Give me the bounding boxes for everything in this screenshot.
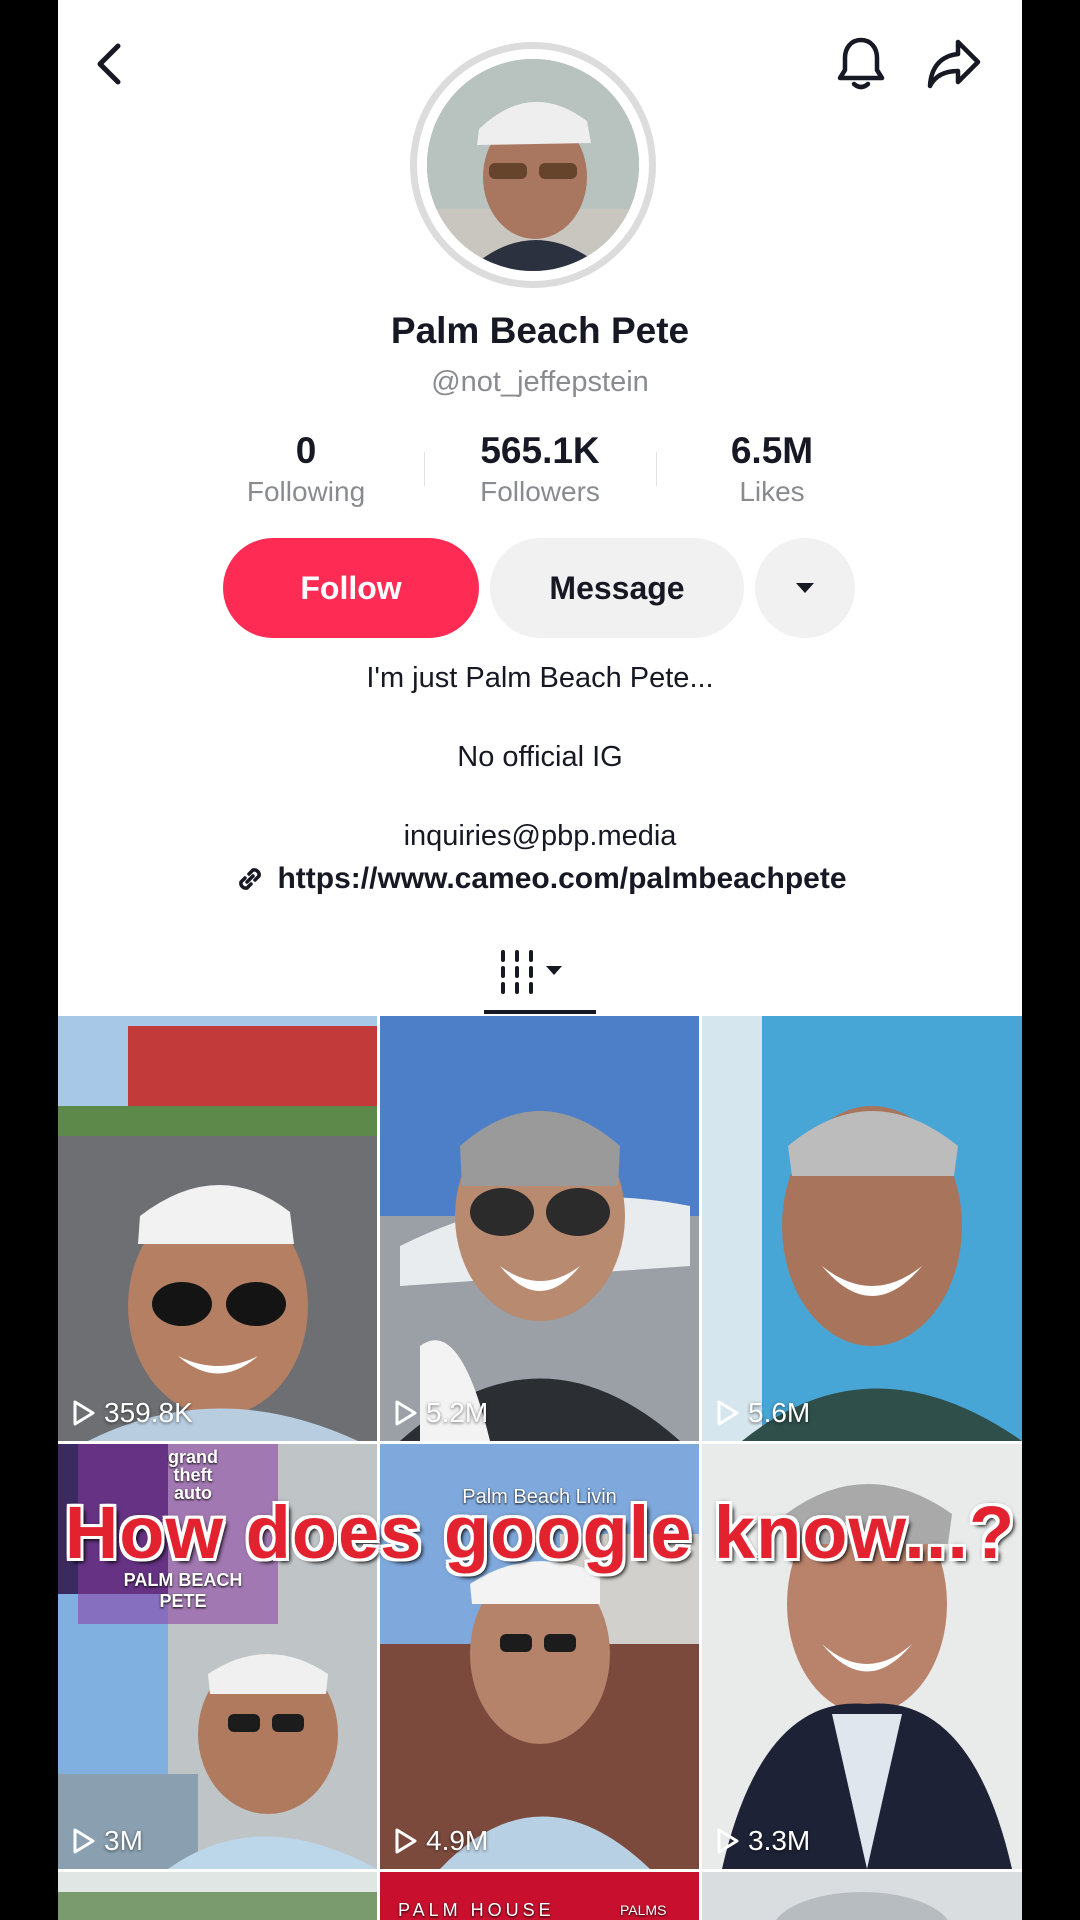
stat-followers[interactable]: 565.1K Followers — [440, 430, 640, 508]
video-grid: 359.8K 5.2M 5.6M grand theft auto PALM B… — [58, 1016, 1022, 1920]
avatar[interactable] — [410, 42, 656, 288]
tab-videos[interactable] — [498, 948, 582, 998]
play-icon — [73, 1400, 95, 1426]
thumbnail-image — [380, 1016, 699, 1441]
stat-value: 565.1K — [480, 430, 600, 471]
view-count: 3.3M — [716, 1825, 810, 1857]
stat-following[interactable]: 0 Following — [206, 430, 406, 508]
follow-button[interactable]: Follow — [223, 538, 479, 638]
play-icon — [395, 1400, 417, 1426]
play-icon — [395, 1828, 417, 1854]
share-arrow-icon — [927, 39, 981, 89]
share-button[interactable] — [924, 36, 984, 92]
video-thumbnail[interactable] — [58, 1872, 377, 1920]
play-icon — [717, 1400, 739, 1426]
view-count: 5.6M — [716, 1397, 810, 1429]
video-thumbnail[interactable]: 359.8K — [58, 1016, 377, 1441]
bio-line: inquiries@pbp.media — [403, 820, 677, 852]
video-thumbnail[interactable]: 5.2M — [380, 1016, 699, 1441]
play-icon — [717, 1828, 739, 1854]
back-button[interactable] — [88, 38, 132, 90]
view-count: 5.2M — [394, 1397, 488, 1429]
overlay-caption: How does google know...? — [64, 1491, 1016, 1574]
profile-screen: Palm Beach Pete @not_jeffepstein 0 Follo… — [58, 0, 1022, 1920]
message-button[interactable]: Message — [490, 538, 744, 638]
play-icon — [73, 1828, 95, 1854]
stat-divider — [424, 452, 425, 486]
videos-grid-icon — [501, 950, 562, 994]
view-count-text: 5.6M — [748, 1397, 811, 1428]
display-name: Palm Beach Pete — [390, 310, 690, 351]
bio-line: No official IG — [457, 741, 623, 773]
username: @not_jeffepstein — [431, 366, 649, 398]
thumbnail-text: PALM HOUSE — [398, 1900, 555, 1920]
view-count: 3M — [72, 1825, 143, 1857]
caret-down-icon — [796, 583, 814, 593]
more-options-button[interactable] — [755, 538, 855, 638]
bio-line: I'm just Palm Beach Pete... — [366, 662, 714, 694]
thumbnail-text: PALMS — [620, 1902, 667, 1918]
stat-label: Followers — [480, 476, 600, 507]
tab-active-indicator — [484, 1010, 596, 1014]
stat-value: 0 — [295, 430, 317, 471]
video-thumbnail[interactable]: PALM HOUSE PALMS — [380, 1872, 699, 1920]
view-count: 4.9M — [394, 1825, 488, 1857]
view-count: 359.8K — [72, 1397, 193, 1429]
thumbnail-text: PALM BEACH PETE — [123, 1570, 243, 1611]
view-count-text: 5.2M — [426, 1397, 489, 1428]
stat-label: Following — [246, 476, 366, 507]
stat-divider — [656, 452, 657, 486]
notifications-button[interactable] — [833, 34, 889, 94]
video-thumbnail[interactable]: 5.6M — [702, 1016, 1022, 1441]
link-text: https://www.cameo.com/palmbeachpete — [277, 862, 847, 895]
view-count-text: 3.3M — [748, 1825, 811, 1856]
avatar-photo — [427, 59, 639, 271]
view-count-text: 4.9M — [426, 1825, 489, 1856]
view-count-text: 3M — [104, 1825, 143, 1856]
thumbnail-image — [58, 1872, 377, 1920]
thumbnail-image — [702, 1872, 1022, 1920]
stat-value: 6.5M — [730, 430, 814, 471]
video-thumbnail[interactable] — [702, 1872, 1022, 1920]
thumbnail-image — [702, 1016, 1022, 1441]
profile-link[interactable]: https://www.cameo.com/palmbeachpete — [58, 862, 1022, 896]
link-icon — [239, 868, 262, 890]
stat-likes[interactable]: 6.5M Likes — [672, 430, 872, 508]
bell-icon — [837, 37, 885, 90]
chevron-left-icon — [97, 43, 121, 85]
thumbnail-image — [58, 1016, 377, 1441]
view-count-text: 359.8K — [104, 1397, 193, 1428]
stat-label: Likes — [739, 476, 805, 507]
